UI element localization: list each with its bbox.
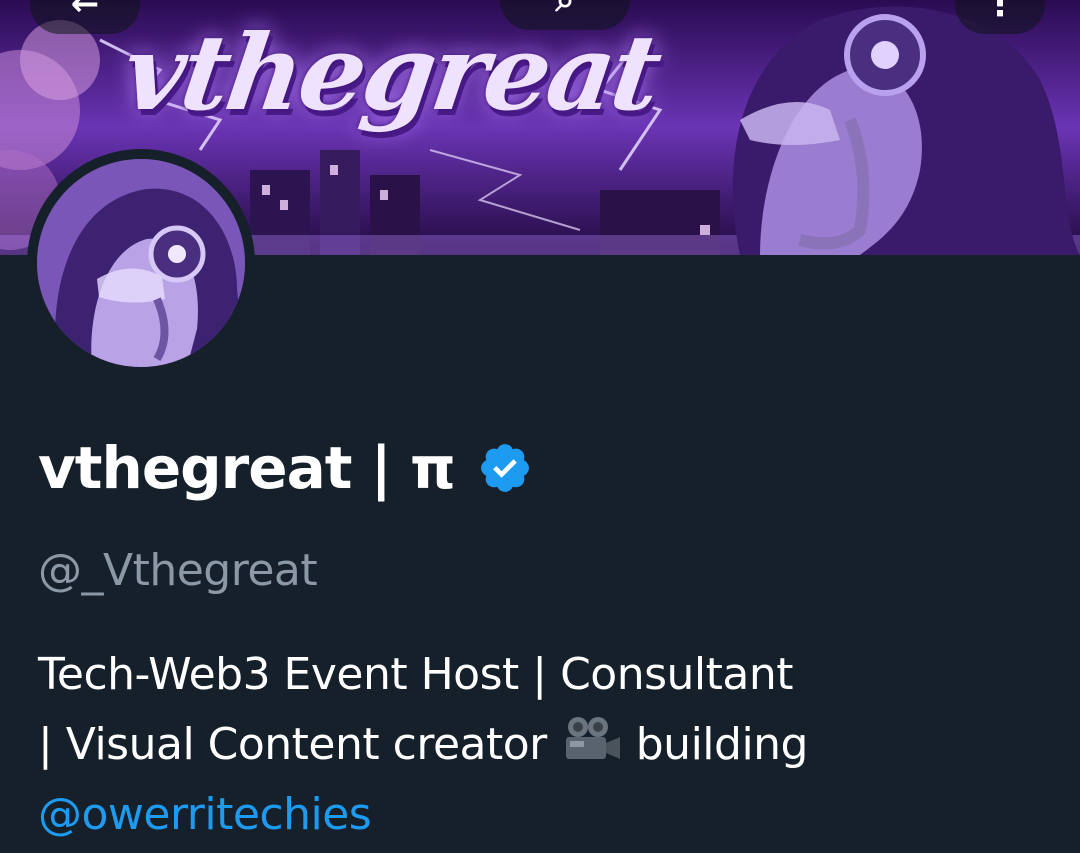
search-icon: ⌕ bbox=[555, 0, 575, 20]
bio-line-2-text: | Visual Content creator bbox=[38, 719, 547, 770]
search-button[interactable]: ⌕ bbox=[500, 0, 630, 30]
bio-line-3: @owerritechies bbox=[38, 780, 1048, 850]
profile-bio: Tech-Web3 Event Host | Consultant | Visu… bbox=[38, 640, 1048, 850]
verified-badge-icon[interactable] bbox=[477, 440, 533, 496]
more-options-icon: ⋮ bbox=[983, 0, 1017, 24]
display-name: vthegreat | π bbox=[38, 434, 456, 502]
movie-camera-icon bbox=[566, 717, 621, 759]
more-options-button[interactable]: ⋮ bbox=[955, 0, 1045, 34]
profile-page: vthegreat ← ⌕ ⋮ vthegreat | π @_Vthegrea… bbox=[0, 0, 1080, 853]
back-arrow-icon: ← bbox=[70, 0, 100, 24]
back-button[interactable]: ← bbox=[30, 0, 140, 34]
bio-mention-link[interactable]: @owerritechies bbox=[38, 789, 372, 840]
bio-line-1: Tech-Web3 Event Host | Consultant bbox=[38, 649, 793, 700]
avatar[interactable] bbox=[37, 159, 245, 367]
display-name-row: vthegreat | π bbox=[38, 428, 533, 508]
avatar-artwork bbox=[37, 159, 245, 367]
profile-handle: @_Vthegreat bbox=[38, 545, 318, 596]
bio-line-2: | Visual Content creator building bbox=[38, 710, 1048, 780]
bio-line-2-text-end: building bbox=[635, 719, 809, 770]
